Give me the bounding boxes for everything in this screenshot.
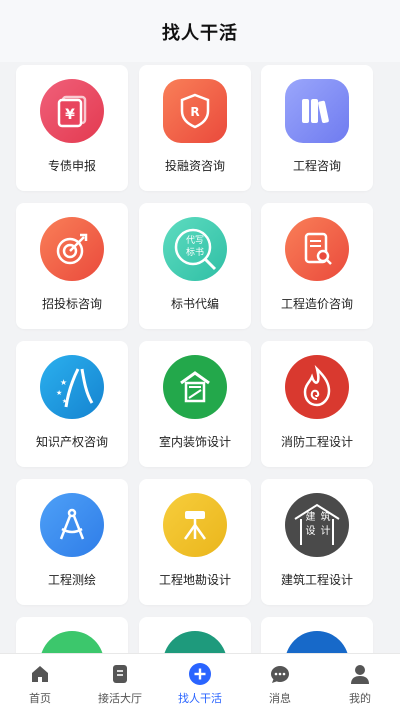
- service-card-cost-consult[interactable]: 工程造价咨询: [261, 203, 373, 329]
- tab-label: 我的: [349, 692, 371, 705]
- yuan-document-icon: ¥: [40, 79, 104, 143]
- target-arrow-icon: [40, 217, 104, 281]
- service-label: 消防工程设计: [280, 435, 353, 449]
- service-card-fire-design[interactable]: 消防工程设计: [261, 341, 373, 467]
- icon-text: 标书: [185, 248, 204, 258]
- tab-messages[interactable]: 消息: [240, 654, 320, 711]
- svg-text:★: ★: [60, 378, 67, 387]
- svg-text:★: ★: [56, 389, 62, 397]
- plus-circle-icon: [188, 662, 212, 686]
- tab-label: 首页: [29, 692, 51, 705]
- icon-text: 设: [305, 526, 316, 537]
- service-card-partial[interactable]: [261, 617, 373, 654]
- shield-r-icon: R: [163, 79, 227, 143]
- house-frame-icon: [163, 355, 227, 419]
- road-stars-icon: ★ ★ ★: [40, 355, 104, 419]
- tab-label: 消息: [269, 692, 291, 705]
- books-icon: [285, 79, 349, 143]
- tab-task-hall[interactable]: 接活大厅: [80, 654, 160, 711]
- service-label: 招投标咨询: [41, 297, 102, 311]
- tab-label: 接活大厅: [98, 692, 142, 705]
- service-card-building-design[interactable]: 建 筑 设 计 建筑工程设计: [261, 479, 373, 605]
- compass-icon: [40, 493, 104, 557]
- service-card-partial[interactable]: [139, 617, 251, 654]
- service-label: 工程咨询: [292, 159, 341, 173]
- flame-icon: [285, 355, 349, 419]
- service-label: 投融资咨询: [164, 159, 225, 173]
- green-app-icon: [40, 631, 104, 654]
- survey-tripod-icon: [163, 493, 227, 557]
- service-card-engineering-consult[interactable]: 工程咨询: [261, 65, 373, 191]
- service-card-special-bond[interactable]: ¥ 专债申报: [16, 65, 128, 191]
- icon-text: 建: [305, 512, 316, 523]
- home-icon: [28, 662, 52, 686]
- svg-text:★: ★: [62, 398, 67, 405]
- chat-bubble-icon: [268, 662, 292, 686]
- service-card-geo-survey[interactable]: 工程地勘设计: [139, 479, 251, 605]
- service-label: 工程地勘设计: [158, 573, 231, 587]
- service-label: 工程造价咨询: [280, 297, 353, 311]
- blue-building-icon: [285, 631, 349, 654]
- svg-text:R: R: [190, 105, 199, 119]
- icon-text: 筑: [320, 512, 331, 523]
- user-icon: [348, 662, 372, 686]
- service-label: 工程测绘: [47, 573, 96, 587]
- bottom-tab-bar: 首页 接活大厅 找人干活 消息 我的: [0, 653, 400, 711]
- service-card-partial[interactable]: [16, 617, 128, 654]
- service-label: 专债申报: [47, 159, 96, 173]
- service-grid: ¥ 专债申报 R 投融资咨询 工程咨询 招投标咨询 代写 标书 标书代编 工程造…: [0, 62, 400, 654]
- service-card-bidding[interactable]: 招投标咨询: [16, 203, 128, 329]
- tab-home[interactable]: 首页: [0, 654, 80, 711]
- svg-text:¥: ¥: [65, 107, 75, 123]
- icon-text: 代写: [185, 236, 204, 246]
- tab-find-workers[interactable]: 找人干活: [160, 654, 240, 711]
- task-hall-icon: [108, 662, 132, 686]
- service-label: 室内装饰设计: [158, 435, 231, 449]
- magnifier-tag-icon: 代写 标书: [163, 217, 227, 281]
- teal-swirl-icon: [163, 631, 227, 654]
- service-label: 标书代编: [170, 297, 219, 311]
- service-card-investment[interactable]: R 投融资咨询: [139, 65, 251, 191]
- header: 找人干活: [0, 0, 400, 62]
- tab-profile[interactable]: 我的: [320, 654, 400, 711]
- page-title: 找人干活: [162, 23, 238, 44]
- service-card-surveying[interactable]: 工程测绘: [16, 479, 128, 605]
- tab-label: 找人干活: [178, 692, 222, 705]
- service-label: 知识产权咨询: [35, 435, 108, 449]
- invoice-search-icon: [285, 217, 349, 281]
- service-card-ip-consult[interactable]: ★ ★ ★ 知识产权咨询: [16, 341, 128, 467]
- service-card-interior-design[interactable]: 室内装饰设计: [139, 341, 251, 467]
- building-house-icon: 建 筑 设 计: [285, 493, 349, 557]
- service-label: 建筑工程设计: [280, 573, 353, 587]
- icon-text: 计: [320, 526, 331, 537]
- service-card-bid-writing[interactable]: 代写 标书 标书代编: [139, 203, 251, 329]
